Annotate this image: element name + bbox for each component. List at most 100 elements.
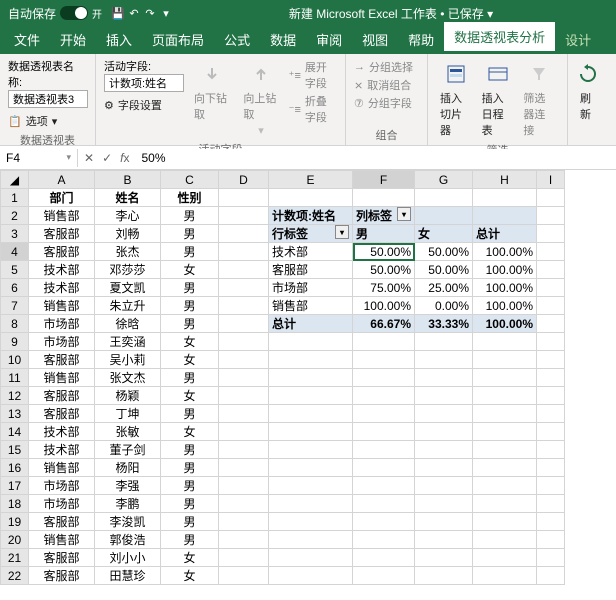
- cell[interactable]: 男: [161, 495, 219, 513]
- cell[interactable]: [353, 495, 415, 513]
- cell[interactable]: [219, 405, 269, 423]
- cell[interactable]: 33.33%: [415, 315, 473, 333]
- cell[interactable]: [473, 477, 537, 495]
- col-header[interactable]: D: [219, 171, 269, 189]
- cell[interactable]: 刘畅: [95, 225, 161, 243]
- cell[interactable]: [473, 207, 537, 225]
- cell[interactable]: 张文杰: [95, 369, 161, 387]
- cell[interactable]: 李浚凯: [95, 513, 161, 531]
- cell[interactable]: [269, 567, 353, 585]
- tab-insert[interactable]: 插入: [96, 25, 142, 54]
- collapse-field-button[interactable]: ⁻≡折叠字段: [289, 92, 337, 126]
- cell[interactable]: 男: [161, 243, 219, 261]
- cell[interactable]: 男: [161, 315, 219, 333]
- cell[interactable]: [269, 387, 353, 405]
- cell[interactable]: [219, 189, 269, 207]
- cell[interactable]: [537, 243, 565, 261]
- cell[interactable]: [537, 189, 565, 207]
- cell[interactable]: [219, 225, 269, 243]
- row-header[interactable]: 11: [1, 369, 29, 387]
- cell[interactable]: 销售部: [29, 459, 95, 477]
- cell[interactable]: [219, 333, 269, 351]
- cell[interactable]: [269, 459, 353, 477]
- cell[interactable]: 李强: [95, 477, 161, 495]
- col-filter-dropdown[interactable]: ▾: [397, 207, 411, 221]
- cell[interactable]: 总计: [473, 225, 537, 243]
- row-header[interactable]: 22: [1, 567, 29, 585]
- tab-data[interactable]: 数据: [260, 25, 306, 54]
- cell[interactable]: 男: [161, 531, 219, 549]
- cell[interactable]: 销售部: [29, 531, 95, 549]
- cell[interactable]: [219, 297, 269, 315]
- row-header[interactable]: 20: [1, 531, 29, 549]
- cell[interactable]: [415, 369, 473, 387]
- cell[interactable]: [537, 387, 565, 405]
- cell[interactable]: [537, 297, 565, 315]
- row-header[interactable]: 3: [1, 225, 29, 243]
- cell[interactable]: 市场部: [29, 333, 95, 351]
- row-header[interactable]: 1: [1, 189, 29, 207]
- ungroup-button[interactable]: ⨯取消组合: [354, 76, 419, 94]
- cell[interactable]: 市场部: [29, 315, 95, 333]
- autosave-control[interactable]: 自动保存 开: [8, 5, 102, 22]
- cell[interactable]: [415, 459, 473, 477]
- cell[interactable]: 总计: [269, 315, 353, 333]
- cell[interactable]: [353, 549, 415, 567]
- cell[interactable]: [537, 261, 565, 279]
- cell[interactable]: [269, 405, 353, 423]
- cell[interactable]: [415, 513, 473, 531]
- customize-icon[interactable]: ▾: [158, 5, 174, 21]
- cell[interactable]: 部门: [29, 189, 95, 207]
- row-header[interactable]: 8: [1, 315, 29, 333]
- row-header[interactable]: 5: [1, 261, 29, 279]
- cell[interactable]: [473, 369, 537, 387]
- cancel-formula-icon[interactable]: ✕: [84, 151, 94, 165]
- cell[interactable]: 市场部: [29, 495, 95, 513]
- name-box[interactable]: F4 ▾: [0, 149, 78, 167]
- cell[interactable]: [537, 495, 565, 513]
- drill-down-button[interactable]: 向下钻取: [190, 58, 233, 139]
- cell[interactable]: [269, 369, 353, 387]
- cell[interactable]: [269, 333, 353, 351]
- cell[interactable]: 66.67%: [353, 315, 415, 333]
- cell[interactable]: [415, 189, 473, 207]
- row-header[interactable]: 4: [1, 243, 29, 261]
- cell[interactable]: [219, 441, 269, 459]
- row-header[interactable]: 19: [1, 513, 29, 531]
- cell[interactable]: [353, 369, 415, 387]
- cell[interactable]: [537, 477, 565, 495]
- cell[interactable]: 市场部: [29, 477, 95, 495]
- row-header[interactable]: 15: [1, 441, 29, 459]
- cell[interactable]: 50.00%: [353, 261, 415, 279]
- cell[interactable]: [473, 441, 537, 459]
- cell[interactable]: [473, 549, 537, 567]
- cell[interactable]: [537, 423, 565, 441]
- cell[interactable]: 技术部: [269, 243, 353, 261]
- cell[interactable]: 市场部: [269, 279, 353, 297]
- insert-slicer-button[interactable]: 插入切片器: [436, 58, 476, 140]
- cell[interactable]: [353, 441, 415, 459]
- cell[interactable]: [353, 477, 415, 495]
- cell[interactable]: [219, 243, 269, 261]
- save-icon[interactable]: 💾: [110, 5, 126, 21]
- cell[interactable]: 100.00%: [473, 243, 537, 261]
- cell[interactable]: [537, 549, 565, 567]
- cell[interactable]: [473, 513, 537, 531]
- cell[interactable]: [219, 549, 269, 567]
- cell[interactable]: [269, 477, 353, 495]
- row-header[interactable]: 21: [1, 549, 29, 567]
- spreadsheet-grid[interactable]: ◢ A B C D E F G H I 1部门姓名性别2销售部李心男计数项:姓名…: [0, 170, 616, 600]
- cell[interactable]: [415, 333, 473, 351]
- cell[interactable]: 技术部: [29, 279, 95, 297]
- pt-name-input[interactable]: [8, 90, 88, 108]
- cell[interactable]: [537, 351, 565, 369]
- cell[interactable]: 50.00%: [415, 261, 473, 279]
- cell[interactable]: [537, 459, 565, 477]
- cell[interactable]: 杨颖: [95, 387, 161, 405]
- cell[interactable]: 张敏: [95, 423, 161, 441]
- cell[interactable]: [269, 531, 353, 549]
- cell[interactable]: [473, 459, 537, 477]
- cell[interactable]: [473, 351, 537, 369]
- cell[interactable]: 男: [353, 225, 415, 243]
- cell[interactable]: [219, 531, 269, 549]
